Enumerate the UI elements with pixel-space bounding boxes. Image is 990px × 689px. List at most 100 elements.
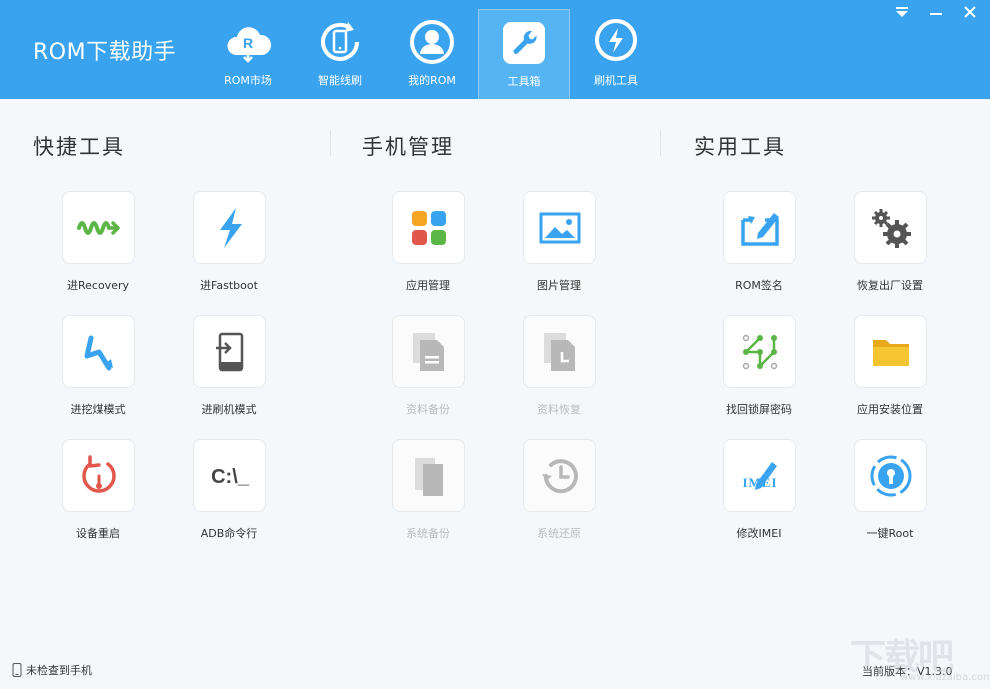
wrench-icon	[503, 22, 545, 64]
gears-icon	[871, 208, 911, 248]
data-restore-button[interactable]: 资料恢复	[499, 315, 619, 425]
recovery-wave-icon	[76, 220, 120, 235]
tab-label: 刷机工具	[594, 74, 638, 87]
device-status: 未检查到手机	[12, 662, 92, 678]
tab-smart-flash[interactable]: 智能线刷	[294, 9, 386, 99]
tool-label: ADB命令行	[200, 527, 258, 540]
tool-label: 系统还原	[537, 527, 581, 540]
close-button[interactable]	[956, 2, 984, 22]
tool-tile: C:\_	[193, 439, 266, 512]
section-divider	[330, 130, 331, 156]
system-backup-button[interactable]: 系统备份	[368, 439, 488, 549]
tool-tile	[723, 315, 796, 388]
tab-rom-market[interactable]: R ROM市场	[202, 9, 294, 99]
tool-label: 设备重启	[76, 527, 120, 540]
user-icon	[410, 20, 454, 64]
fastboot-bolt-icon	[219, 207, 242, 248]
dig-mode-icon	[84, 335, 113, 370]
section-title-phone: 手机管理	[362, 135, 454, 159]
tool-label: 一键Root	[866, 527, 914, 540]
tab-label: ROM市场	[224, 74, 272, 87]
reboot-button[interactable]: 设备重启	[38, 439, 158, 549]
tool-label: 资料恢复	[537, 403, 581, 416]
tool-label: 修改IMEI	[736, 527, 782, 540]
watermark-url: www.xiazaiba.com	[900, 672, 990, 683]
tool-label: 资料备份	[406, 403, 450, 416]
section-title-utility: 实用工具	[694, 135, 786, 159]
tool-label: 应用管理	[406, 279, 450, 292]
svg-text:R: R	[243, 35, 253, 51]
tool-label: 恢复出厂设置	[857, 279, 923, 292]
tool-label: 找回锁屏密码	[726, 403, 792, 416]
cloud-r-icon: R	[227, 27, 272, 63]
tool-tile	[723, 191, 796, 264]
tab-flash-tools[interactable]: 刷机工具	[570, 9, 662, 99]
find-lock-password-button[interactable]: 找回锁屏密码	[699, 315, 819, 425]
dig-mode-button[interactable]: 进挖煤模式	[38, 315, 158, 425]
minimize-button[interactable]	[922, 2, 950, 22]
reboot-icon	[81, 454, 116, 493]
data-backup-button[interactable]: 资料备份	[368, 315, 488, 425]
status-text: 未检查到手机	[26, 664, 92, 677]
system-restore-button[interactable]: 系统还原	[499, 439, 619, 549]
tool-tile	[193, 191, 266, 264]
document-icon	[412, 332, 444, 371]
apps-grid-icon	[411, 210, 446, 245]
flash-mode-button[interactable]: 进刷机模式	[169, 315, 289, 425]
sign-box-icon	[740, 212, 779, 246]
tab-label: 智能线刷	[318, 74, 362, 87]
tool-label: 进Recovery	[66, 279, 129, 292]
tool-tile	[62, 439, 135, 512]
tool-tile	[523, 191, 596, 264]
dropdown-icon	[896, 7, 908, 17]
restore-clock-icon	[541, 458, 578, 493]
terminal-glyph: C:\_	[211, 466, 250, 488]
tool-tile	[523, 315, 596, 388]
tool-tile	[392, 439, 465, 512]
close-icon	[964, 6, 976, 18]
tab-toolbox[interactable]: 工具箱	[478, 9, 570, 99]
folder-icon	[872, 339, 909, 366]
phone-icon	[12, 663, 22, 677]
lightning-icon	[595, 19, 637, 61]
minimize-icon	[930, 13, 942, 15]
tab-label: 工具箱	[507, 75, 541, 88]
tool-label: 进挖煤模式	[70, 403, 126, 416]
install-location-button[interactable]: 应用安装位置	[830, 315, 950, 425]
window-controls	[888, 2, 984, 22]
tool-tile	[62, 315, 135, 388]
tool-label: 进Fastboot	[200, 279, 258, 292]
root-lock-icon	[870, 455, 911, 496]
tool-tile	[193, 315, 266, 388]
tab-my-rom[interactable]: 我的ROM	[386, 9, 478, 99]
picture-icon	[539, 212, 580, 243]
section-title-quick: 快捷工具	[33, 135, 125, 159]
tool-tile	[523, 439, 596, 512]
recovery-button[interactable]: 进Recovery	[38, 191, 158, 301]
title-bar: ROM下载助手 R ROM市场 智能线刷 我的ROM 工具箱 刷机工具	[0, 0, 990, 99]
tool-label: 进刷机模式	[201, 403, 257, 416]
phone-refresh-icon	[321, 22, 359, 61]
modify-imei-button[interactable]: IMEI 修改IMEI	[699, 439, 819, 549]
fastboot-button[interactable]: 进Fastboot	[169, 191, 289, 301]
tool-tile	[854, 315, 927, 388]
rom-sign-button[interactable]: ROM签名	[699, 191, 819, 301]
tool-tile	[62, 191, 135, 264]
photo-manage-button[interactable]: 图片管理	[499, 191, 619, 301]
factory-reset-button[interactable]: 恢复出厂设置	[830, 191, 950, 301]
menu-button[interactable]	[888, 2, 916, 22]
tool-tile	[854, 191, 927, 264]
adb-terminal-button[interactable]: C:\_ ADB命令行	[169, 439, 289, 549]
tool-label: 应用安装位置	[857, 403, 923, 416]
pattern-lock-icon	[742, 334, 777, 369]
tool-tile	[392, 315, 465, 388]
flash-mode-icon	[215, 332, 243, 371]
tab-label: 我的ROM	[408, 74, 456, 87]
one-click-root-button[interactable]: 一键Root	[830, 439, 950, 549]
tool-tile: IMEI	[723, 439, 796, 512]
copy-icon	[414, 457, 443, 496]
terminal-icon: C:\_	[211, 466, 250, 488]
tool-label: 图片管理	[537, 279, 581, 292]
document-clock-icon	[543, 332, 575, 371]
app-manage-button[interactable]: 应用管理	[368, 191, 488, 301]
